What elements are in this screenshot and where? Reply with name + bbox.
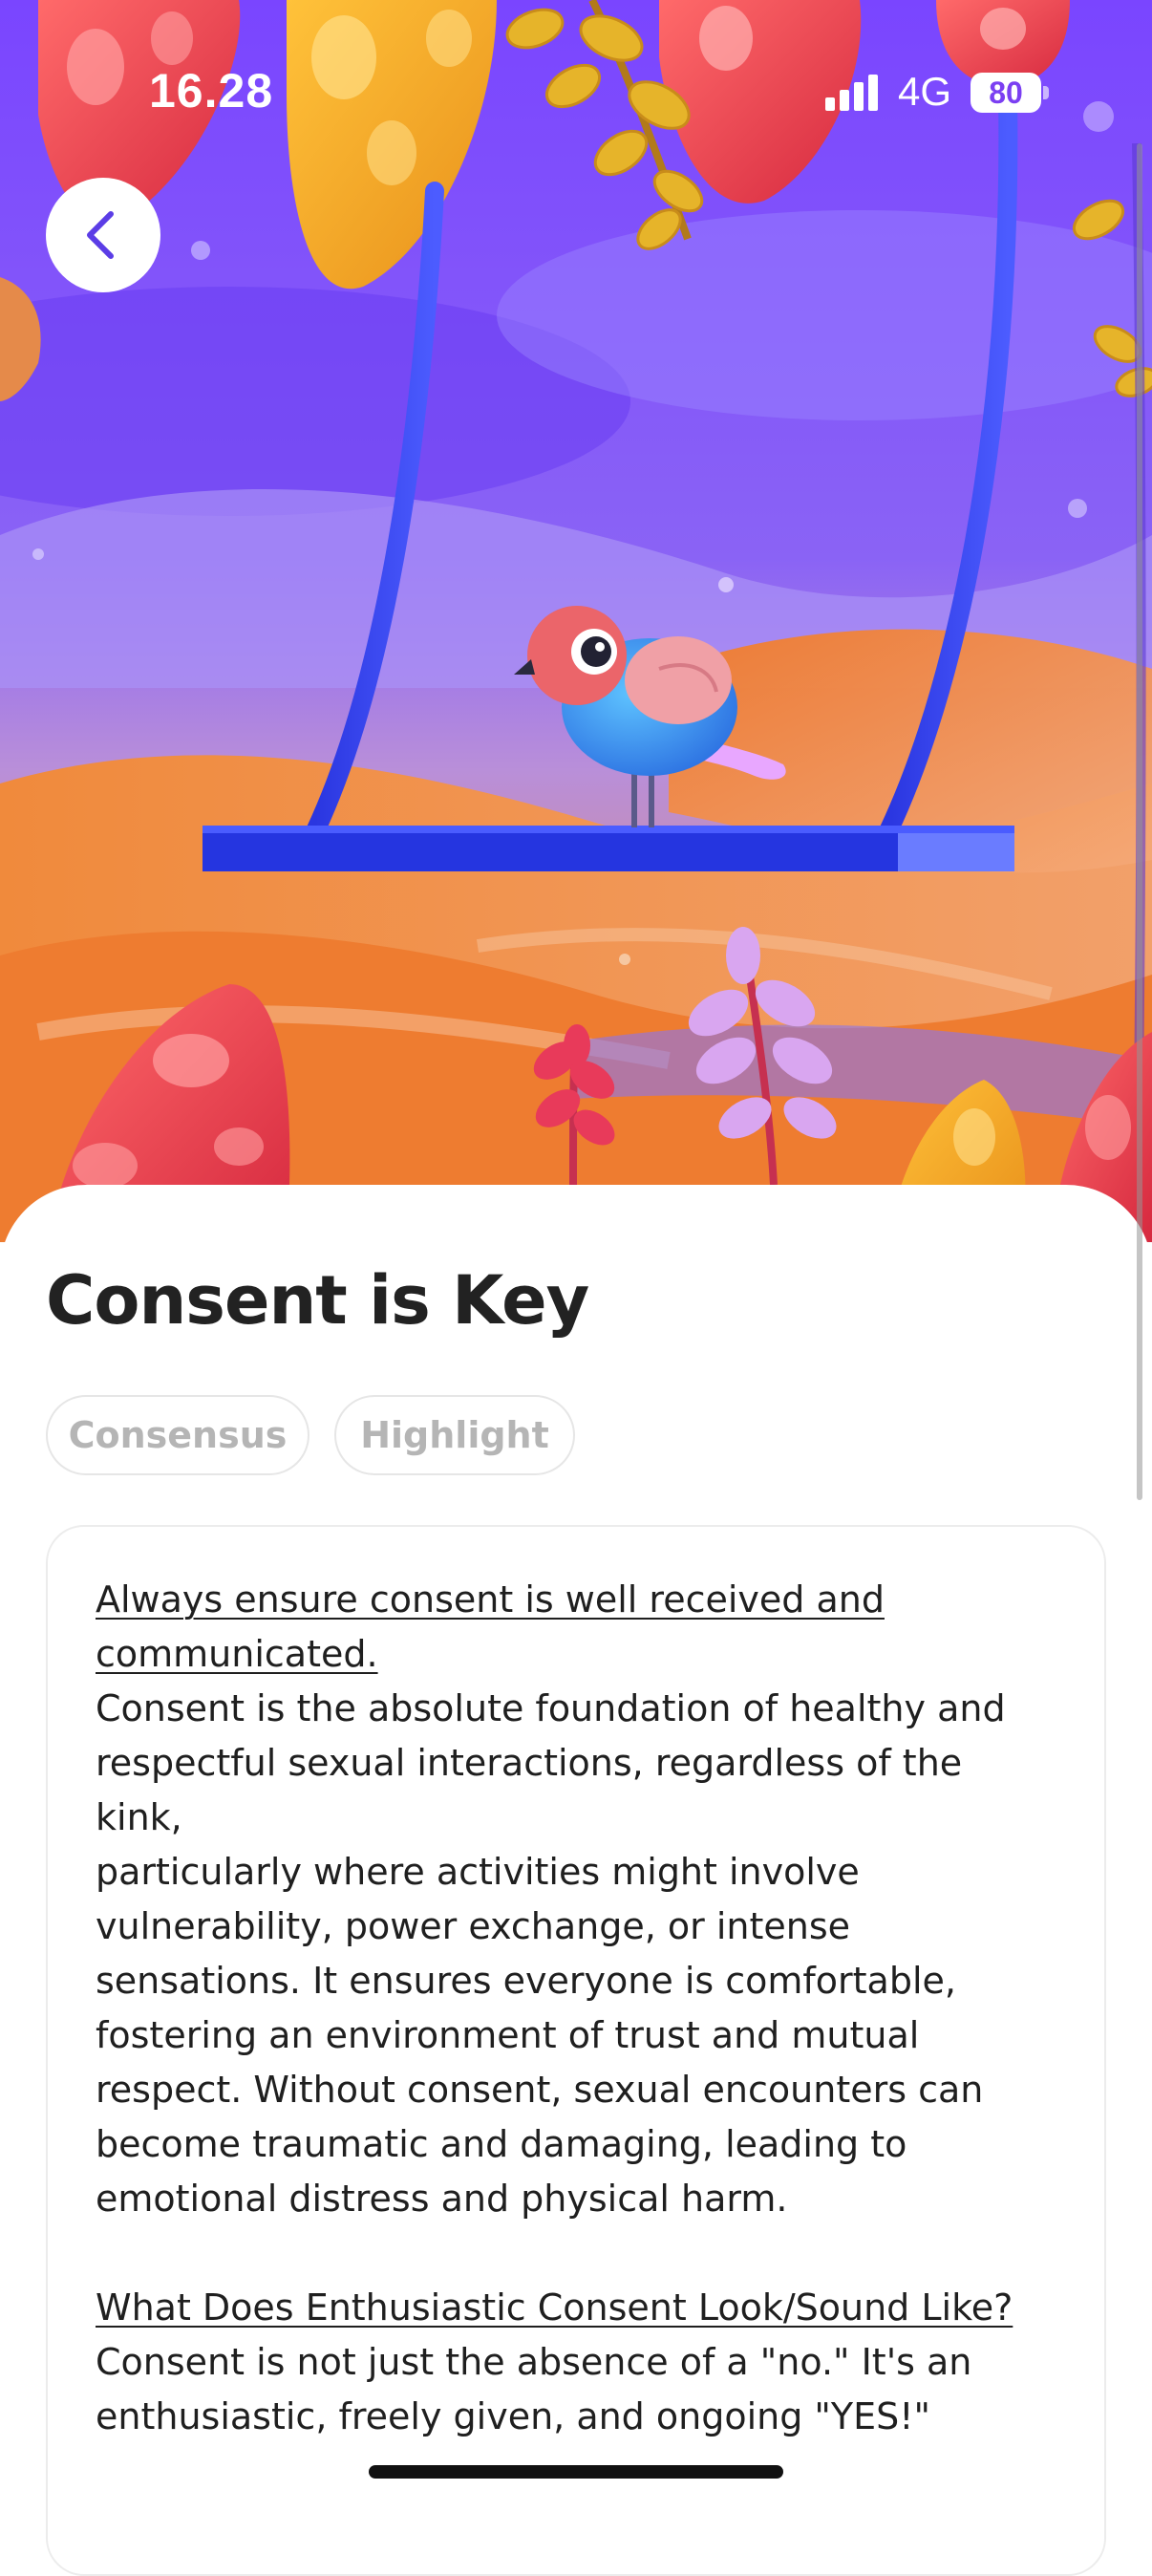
paragraph-line: respectful sexual interactions, regardle…: [96, 1742, 963, 1838]
section-heading-consent: Always ensure consent is well received a…: [96, 1573, 1058, 1682]
signal-bars-icon: [825, 75, 878, 111]
paragraph-line: become traumatic and damaging, leading t…: [96, 2123, 907, 2165]
paragraph-line: particularly where activities might invo…: [96, 1851, 860, 1893]
tag-list: Consensus Highlight: [46, 1395, 575, 1475]
section-paragraph-consent: Consent is the absolute foundation of he…: [96, 1682, 1058, 2226]
network-label: 4G: [898, 69, 952, 114]
section-heading-line: Always ensure consent is well received a…: [96, 1578, 885, 1621]
section-paragraph-enthusiastic: Consent is not just the absence of a "no…: [96, 2335, 1058, 2444]
status-bar: 16.28 4G 80: [0, 0, 1152, 191]
home-indicator[interactable]: [369, 2465, 783, 2479]
battery-tip: [1043, 86, 1049, 99]
section-heading-enthusiastic: What Does Enthusiastic Consent Look/Soun…: [96, 2286, 1013, 2329]
paragraph-line: respect. Without consent, sexual encount…: [96, 2069, 984, 2111]
content-sheet: Consent is Key Consensus Highlight Alway…: [0, 1185, 1152, 2576]
battery-level: 80: [989, 75, 1023, 110]
back-button[interactable]: [46, 178, 160, 292]
paragraph-line: fostering an environment of trust and mu…: [96, 2014, 920, 2056]
status-time: 16.28: [149, 64, 274, 118]
chevron-left-icon: [87, 211, 114, 259]
tag-highlight[interactable]: Highlight: [334, 1395, 575, 1475]
article-body-card: Always ensure consent is well received a…: [46, 1525, 1106, 2576]
paragraph-line: emotional distress and physical harm.: [96, 2178, 788, 2220]
battery-icon: 80: [971, 73, 1049, 113]
section-heading-line: communicated.: [96, 1633, 378, 1675]
paragraph-line: Consent is the absolute foundation of he…: [96, 1687, 1006, 1729]
tag-consensus[interactable]: Consensus: [46, 1395, 309, 1475]
paragraph-line: vulnerability, power exchange, or intens…: [96, 1905, 851, 1947]
paragraph-line: sensations. It ensures everyone is comfo…: [96, 1960, 956, 2002]
scrollbar[interactable]: [1137, 143, 1142, 1500]
paragraph-line: Consent is not just the absence of a "no…: [96, 2341, 972, 2383]
paragraph-line: enthusiastic, freely given, and ongoing …: [96, 2395, 930, 2437]
page-title: Consent is Key: [46, 1261, 589, 1340]
